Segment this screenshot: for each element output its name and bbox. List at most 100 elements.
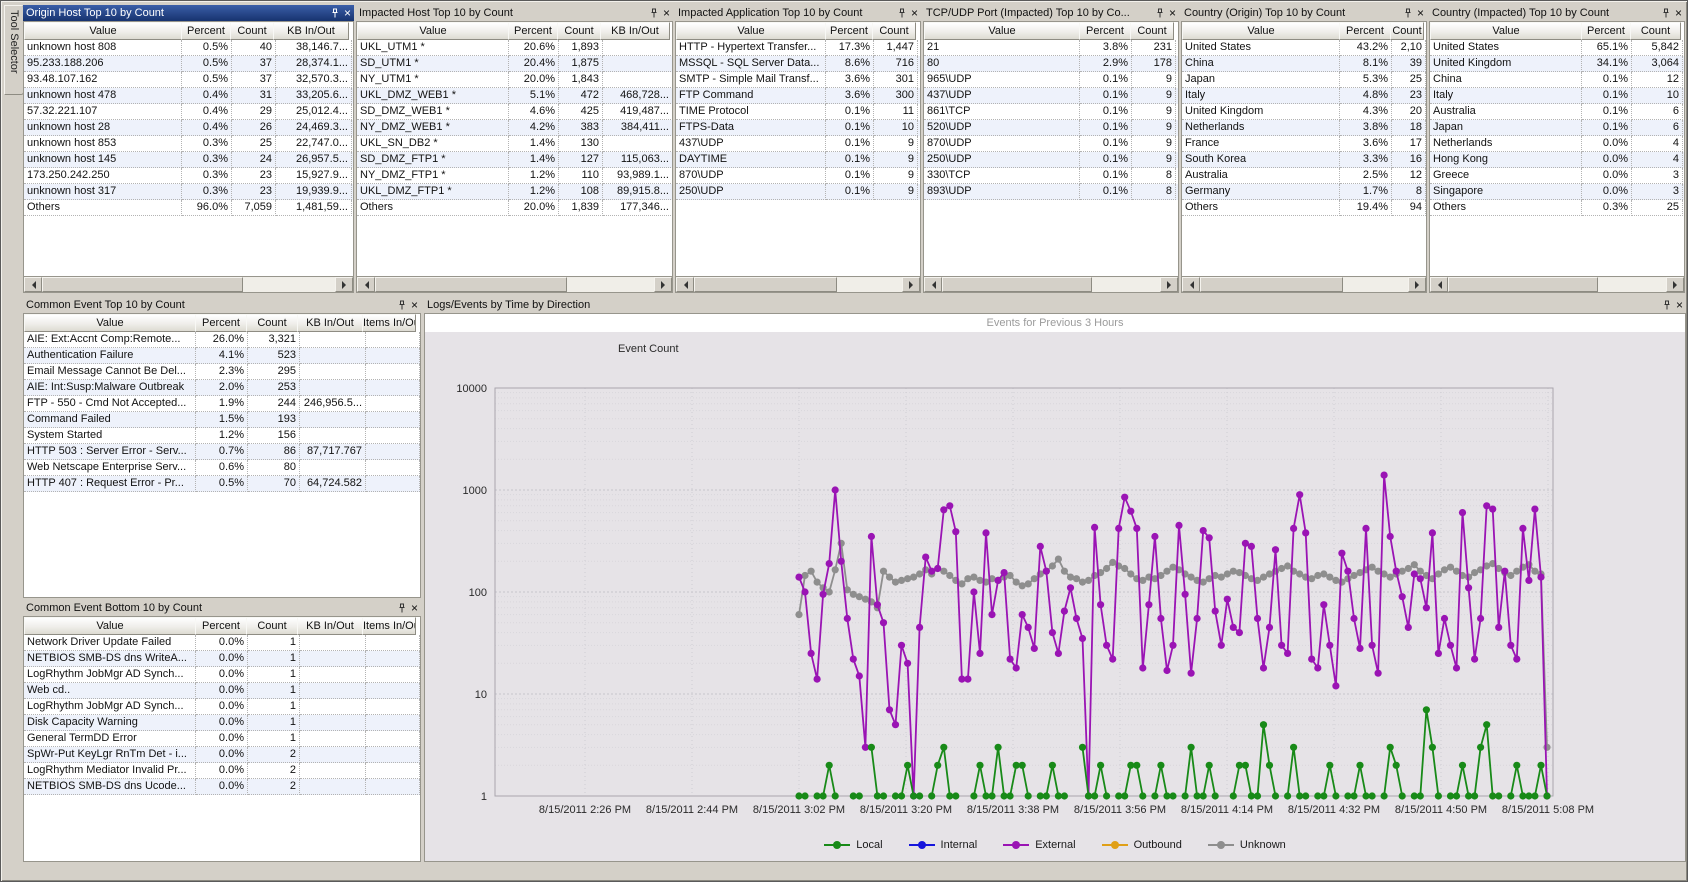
table-row[interactable]: Australia2.5%12 [1182, 168, 1426, 184]
table-row[interactable]: unknown host 8530.3%2522,747.0... [24, 136, 353, 152]
table-row[interactable]: 893\UDP0.1%8 [924, 184, 1178, 200]
horizontal-scrollbar[interactable] [356, 277, 673, 293]
horizontal-scrollbar[interactable] [23, 277, 354, 293]
table-row[interactable]: System Started1.2%156 [24, 428, 420, 444]
column-header-percent[interactable]: Percent [825, 22, 873, 40]
panel-titlebar[interactable]: Country (Origin) Top 10 by Count× [1181, 5, 1427, 21]
scrollbar-thumb[interactable] [1200, 277, 1343, 292]
column-header-percent[interactable]: Percent [508, 22, 558, 40]
scrollbar-thumb[interactable] [942, 277, 1092, 292]
table-row[interactable]: AIE: Int:Susp:Malware Outbreak2.0%253 [24, 380, 420, 396]
scroll-left-button[interactable] [357, 277, 375, 292]
panel-titlebar[interactable]: TCP/UDP Port (Impacted) Top 10 by Co...× [923, 5, 1179, 21]
table-row[interactable]: UKL_UTM1 *20.6%1,893 [357, 40, 672, 56]
table-row[interactable]: China0.1%12 [1430, 72, 1684, 88]
table-row[interactable]: NETBIOS SMB-DS dns WriteA...0.0%1 [24, 651, 420, 667]
table-row[interactable]: 870\UDP0.1%9 [924, 136, 1178, 152]
table-row[interactable]: 965\UDP0.1%9 [924, 72, 1178, 88]
table-row[interactable]: South Korea3.3%16 [1182, 152, 1426, 168]
column-header-count[interactable]: Count [557, 22, 601, 40]
close-icon[interactable]: × [1169, 8, 1176, 18]
table-row[interactable]: Others0.3%25 [1430, 200, 1684, 216]
table-row[interactable]: 802.9%178 [924, 56, 1178, 72]
column-header-kb-in-out[interactable]: KB In/Out [297, 314, 363, 332]
column-header-percent[interactable]: Percent [195, 314, 247, 332]
table-row[interactable]: FTP - 550 - Cmd Not Accepted...1.9%24424… [24, 396, 420, 412]
scroll-left-button[interactable] [676, 277, 694, 292]
close-icon[interactable]: × [411, 300, 418, 310]
scrollbar-thumb[interactable] [42, 277, 243, 292]
pin-icon[interactable] [1661, 8, 1671, 19]
table-row[interactable]: NY_DMZ_FTP1 *1.2%11093,989.1... [357, 168, 672, 184]
column-header-value[interactable]: Value [24, 314, 196, 332]
table-row[interactable]: Greece0.0%3 [1430, 168, 1684, 184]
table-row[interactable]: LogRhythm JobMgr AD Synch...0.0%1 [24, 667, 420, 683]
table-row[interactable]: SD_DMZ_FTP1 *1.4%127115,063... [357, 152, 672, 168]
close-icon[interactable]: × [911, 8, 918, 18]
column-header-percent[interactable]: Percent [1581, 22, 1631, 40]
scrollbar-track[interactable] [375, 277, 654, 292]
table-row[interactable]: Japan0.1%6 [1430, 120, 1684, 136]
panel-titlebar[interactable]: Origin Host Top 10 by Count× [23, 5, 354, 21]
pin-icon[interactable] [649, 8, 659, 19]
pin-icon[interactable] [1662, 300, 1672, 311]
close-icon[interactable]: × [1676, 300, 1683, 310]
scroll-left-button[interactable] [1182, 277, 1200, 292]
pin-icon[interactable] [397, 603, 407, 614]
table-row[interactable]: Command Failed1.5%193 [24, 412, 420, 428]
pin-icon[interactable] [1403, 8, 1413, 19]
column-header-count[interactable]: Count [1130, 22, 1174, 40]
table-row[interactable]: unknown host 8080.5%4038,146.7... [24, 40, 353, 56]
column-header-value[interactable]: Value [357, 22, 509, 40]
close-icon[interactable]: × [344, 8, 351, 18]
table-row[interactable]: TIME Protocol0.1%11 [676, 104, 920, 120]
column-header-value[interactable]: Value [24, 22, 182, 40]
table-row[interactable]: Disk Capacity Warning0.0%1 [24, 715, 420, 731]
column-header-value[interactable]: Value [24, 617, 196, 635]
horizontal-scrollbar[interactable] [1429, 277, 1685, 293]
table-row[interactable]: 213.8%231 [924, 40, 1178, 56]
table-row[interactable]: Netherlands0.0%4 [1430, 136, 1684, 152]
pin-icon[interactable] [397, 300, 407, 311]
panel-titlebar[interactable]: Country (Impacted) Top 10 by Count× [1429, 5, 1685, 21]
pin-icon[interactable] [1155, 8, 1165, 19]
table-row[interactable]: 330\TCP0.1%8 [924, 168, 1178, 184]
table-row[interactable]: United Kingdom4.3%20 [1182, 104, 1426, 120]
scroll-left-button[interactable] [24, 277, 42, 292]
close-icon[interactable]: × [1675, 8, 1682, 18]
column-header-count[interactable]: Count [1390, 22, 1424, 40]
table-row[interactable]: Netherlands3.8%18 [1182, 120, 1426, 136]
table-row[interactable]: UKL_DMZ_FTP1 *1.2%10889,915.8... [357, 184, 672, 200]
table-row[interactable]: United States43.2%2,10 [1182, 40, 1426, 56]
scroll-right-button[interactable] [1408, 277, 1426, 292]
table-row[interactable]: SD_UTM1 *20.4%1,875 [357, 56, 672, 72]
table-row[interactable]: Singapore0.0%3 [1430, 184, 1684, 200]
chart-panel-titlebar[interactable]: Logs/Events by Time by Direction × [424, 297, 1686, 313]
table-row[interactable]: HTTP - Hypertext Transfer...17.3%1,447 [676, 40, 920, 56]
panel-titlebar[interactable]: Common Event Top 10 by Count× [23, 297, 421, 313]
scroll-right-button[interactable] [1160, 277, 1178, 292]
table-row[interactable]: 437\UDP0.1%9 [676, 136, 920, 152]
pin-icon[interactable] [897, 8, 907, 19]
scrollbar-track[interactable] [1448, 277, 1666, 292]
table-row[interactable]: LogRhythm JobMgr AD Synch...0.0%1 [24, 699, 420, 715]
column-header-percent[interactable]: Percent [195, 617, 247, 635]
column-header-items-in-out[interactable]: Items In/Out [362, 314, 416, 332]
table-row[interactable]: MSSQL - SQL Server Data...8.6%716 [676, 56, 920, 72]
table-row[interactable]: unknown host 3170.3%2319,939.9... [24, 184, 353, 200]
scroll-left-button[interactable] [924, 277, 942, 292]
scrollbar-track[interactable] [1200, 277, 1408, 292]
close-icon[interactable]: × [663, 8, 670, 18]
scroll-right-button[interactable] [902, 277, 920, 292]
table-row[interactable]: 520\UDP0.1%9 [924, 120, 1178, 136]
table-row[interactable]: 437\UDP0.1%9 [924, 88, 1178, 104]
table-row[interactable]: 870\UDP0.1%9 [676, 168, 920, 184]
table-row[interactable]: Japan5.3%25 [1182, 72, 1426, 88]
column-header-count[interactable]: Count [1630, 22, 1681, 40]
table-row[interactable]: 57.32.221.1070.4%2925,012.4... [24, 104, 353, 120]
scroll-right-button[interactable] [1666, 277, 1684, 292]
table-row[interactable]: Email Message Cannot Be Del...2.3%295 [24, 364, 420, 380]
table-row[interactable]: AIE: Ext:Accnt Comp:Remote...26.0%3,321 [24, 332, 420, 348]
column-header-kb-in-out[interactable]: KB In/Out [600, 22, 670, 40]
scrollbar-thumb[interactable] [375, 277, 567, 292]
